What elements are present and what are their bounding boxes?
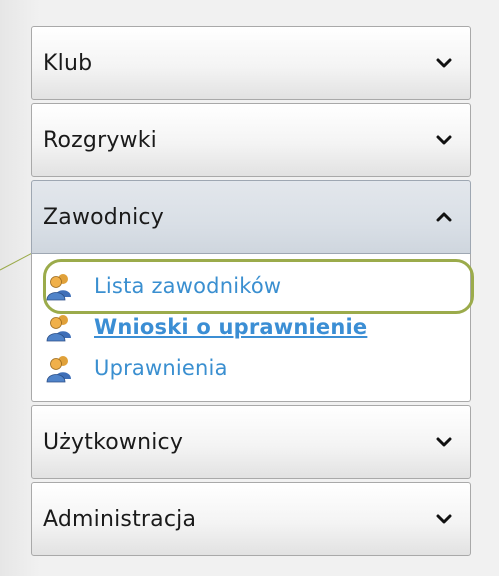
section-header-klub[interactable]: Klub (31, 26, 471, 100)
nav-link-label: Wnioski o uprawnienie (94, 315, 368, 339)
section-header-rozgrywki[interactable]: Rozgrywki (31, 103, 471, 177)
nav-link-label: Lista zawodników (94, 274, 282, 298)
chevron-down-icon (436, 514, 452, 524)
user-group-icon (46, 356, 71, 383)
section-header-uzytkownicy[interactable]: Użytkownicy (31, 405, 471, 479)
section-label: Rozgrywki (43, 128, 157, 153)
navigation-accordion: Klub Rozgrywki Zawodnicy Lista zawodnikó… (31, 26, 471, 559)
nav-link-uprawnienia[interactable]: Uprawnienia (44, 353, 228, 383)
section-label: Administracja (43, 507, 197, 532)
chevron-down-icon (436, 437, 452, 447)
user-group-icon (46, 315, 71, 342)
section-header-administracja[interactable]: Administracja (31, 482, 471, 556)
nav-link-label: Uprawnienia (94, 356, 228, 380)
section-label: Zawodnicy (43, 205, 164, 230)
nav-link-lista-zawodnikow[interactable]: Lista zawodników (44, 271, 281, 301)
chevron-up-icon (436, 212, 452, 222)
section-label: Klub (43, 51, 93, 76)
sidebar-accordion-screen: Klub Rozgrywki Zawodnicy Lista zawodnikó… (0, 0, 499, 576)
section-panel-zawodnicy: Lista zawodników Wnioski o uprawnienie U… (31, 254, 471, 402)
chevron-down-icon (436, 135, 452, 145)
chevron-down-icon (436, 58, 452, 68)
section-header-zawodnicy[interactable]: Zawodnicy (31, 180, 471, 254)
section-label: Użytkownicy (43, 430, 184, 455)
user-group-icon (46, 274, 71, 301)
nav-link-wnioski-o-uprawnienie[interactable]: Wnioski o uprawnienie (44, 312, 367, 342)
